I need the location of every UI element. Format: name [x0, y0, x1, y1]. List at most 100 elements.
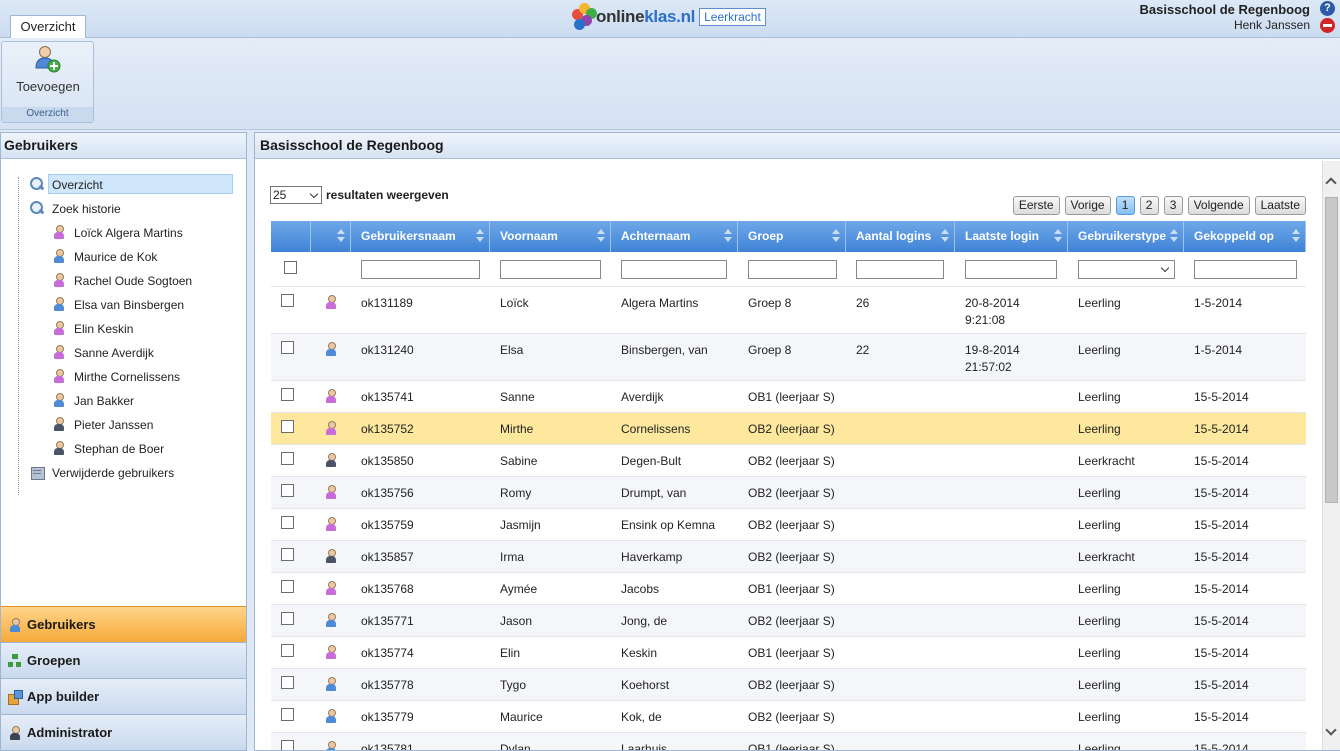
nav-groepen[interactable]: Groepen	[1, 642, 246, 678]
row-checkbox[interactable]	[281, 388, 294, 401]
row-checkbox[interactable]	[281, 708, 294, 721]
tree-item-history-user[interactable]: Elsa van Binsbergen	[1, 292, 246, 316]
row-checkbox[interactable]	[281, 676, 294, 689]
tree-item-history-user[interactable]: Loïck Algera Martins	[1, 220, 246, 244]
vertical-scrollbar[interactable]	[1322, 161, 1340, 750]
row-checkbox[interactable]	[281, 341, 294, 354]
header-gebruikersnaam[interactable]: Gebruikersnaam	[351, 221, 490, 252]
cell-achternaam: Algera Martins	[621, 296, 699, 310]
onlineklas-logo: onlineklas.nl Leerkracht	[572, 2, 766, 32]
help-icon[interactable]: ?	[1320, 1, 1335, 16]
pager-page-1[interactable]: 1	[1115, 196, 1135, 215]
table-row[interactable]: ok135850 Sabine Degen-Bult OB2 (leerjaar S)…	[271, 445, 1306, 477]
pager-last-button[interactable]: Laatste	[1254, 196, 1306, 215]
table-row[interactable]: ok135752 Mirthe Cornelissens OB2 (leerjaar …	[271, 413, 1306, 445]
logout-icon[interactable]	[1320, 18, 1335, 33]
tree-item-zoek-historie[interactable]: Zoek historie	[1, 196, 246, 220]
pager-page-2[interactable]: 2	[1139, 196, 1159, 215]
tree-item-verwijderde-gebruikers[interactable]: Verwijderde gebruikers	[1, 460, 246, 484]
nav-gebruikers[interactable]: Gebruikers	[1, 606, 246, 642]
header-gekoppeld-op[interactable]: Gekoppeld op	[1184, 221, 1306, 252]
cell-laatste-login	[955, 381, 1068, 412]
tree-item-overzicht[interactable]: Overzicht	[1, 172, 246, 196]
filter-laatste-login-input[interactable]	[965, 259, 1057, 279]
add-user-button[interactable]: Toevoegen	[6, 44, 90, 102]
cell-achternaam: Koehorst	[621, 678, 670, 692]
cell-select	[271, 573, 311, 604]
scroll-up-icon[interactable]	[1325, 177, 1337, 189]
row-checkbox[interactable]	[281, 612, 294, 625]
filter-cell	[846, 259, 955, 279]
filter-gebruikersnaam-input[interactable]	[361, 259, 480, 279]
pager-prev-button[interactable]: Vorige	[1064, 196, 1111, 215]
nav-app-builder[interactable]: App builder	[1, 678, 246, 714]
header-gebruikerstype[interactable]: Gebruikerstype	[1068, 221, 1184, 252]
filter-cell	[490, 259, 611, 279]
row-checkbox[interactable]	[281, 294, 294, 307]
page-size-select[interactable]: 25	[270, 186, 322, 204]
tree-item-label: Verwijderde gebruikers	[52, 466, 175, 480]
tab-overzicht[interactable]: Overzicht	[10, 15, 86, 38]
filter-groep-input[interactable]	[748, 259, 837, 279]
scroll-thumb[interactable]	[1325, 197, 1338, 503]
row-checkbox[interactable]	[281, 740, 294, 750]
add-user-icon	[35, 46, 61, 73]
row-checkbox[interactable]	[281, 580, 294, 593]
filter-voornaam-input[interactable]	[500, 259, 601, 279]
filter-achternaam-input[interactable]	[621, 259, 727, 279]
filter-gebruikerstype-select[interactable]	[1078, 259, 1175, 279]
table-row[interactable]: ok135774 Elin Keskin OB1 (leerjaar S) Leerli…	[271, 637, 1306, 669]
scroll-down-icon[interactable]	[1325, 724, 1337, 736]
header-groep[interactable]: Groep	[738, 221, 846, 252]
tree-item-history-user[interactable]: Elin Keskin	[1, 316, 246, 340]
nav-administrator[interactable]: Administrator	[1, 714, 246, 750]
header-laatste-login[interactable]: Laatste login	[955, 221, 1068, 252]
row-checkbox[interactable]	[281, 644, 294, 657]
row-checkbox[interactable]	[281, 452, 294, 465]
tree-item-history-user[interactable]: Jan Bakker	[1, 388, 246, 412]
table-row[interactable]: ok135779 Maurice Kok, de OB2 (leerjaar S) Le…	[271, 701, 1306, 733]
table-row[interactable]: ok135741 Sanne Averdijk OB1 (leerjaar S) Lee…	[271, 381, 1306, 413]
cell-user-type-icon	[311, 541, 351, 572]
table-row[interactable]: ok135759 Jasmijn Ensink op Kemna OB2 (leerj…	[271, 509, 1306, 541]
cell-select	[271, 509, 311, 540]
tree-item-history-user[interactable]: Stephan de Boer	[1, 436, 246, 460]
table-row[interactable]: ok131240 Elsa Binsbergen, van Groep 8 22 19-8…	[271, 334, 1306, 381]
cell-achternaam: Keskin	[621, 646, 658, 660]
table-row[interactable]: ok135781 Dylan Laarhuis OB1 (leerjaar S) Lee…	[271, 733, 1306, 750]
tree-item-label: Mirthe Cornelissens	[74, 370, 181, 384]
filter-gekoppeld-op-input[interactable]	[1194, 259, 1297, 279]
table-row[interactable]: ok135778 Tygo Koehorst OB2 (leerjaar S) Leer…	[271, 669, 1306, 701]
row-checkbox[interactable]	[281, 548, 294, 561]
row-checkbox[interactable]	[281, 484, 294, 497]
tree-item-history-user[interactable]: Maurice de Kok	[1, 244, 246, 268]
pager-page-3[interactable]: 3	[1163, 196, 1183, 215]
filter-cell	[1068, 259, 1184, 279]
select-all-checkbox[interactable]	[284, 261, 297, 274]
tree-item-history-user[interactable]: Rachel Oude Sogtoen	[1, 268, 246, 292]
cell-aantal-logins	[846, 413, 955, 444]
cell-gekoppeld-op: 1-5-2014	[1194, 296, 1243, 310]
table-row[interactable]: ok135857 Irma Haverkamp OB2 (leerjaar S) Lee…	[271, 541, 1306, 573]
tree-item-history-user[interactable]: Mirthe Cornelissens	[1, 364, 246, 388]
table-row[interactable]: ok135768 Aymée Jacobs OB1 (leerjaar S) Leerl…	[271, 573, 1306, 605]
table-row[interactable]: ok135756 Romy Drumpt, van OB2 (leerjaar S) L…	[271, 477, 1306, 509]
row-checkbox[interactable]	[281, 420, 294, 433]
filter-aantal-logins-input[interactable]	[856, 259, 944, 279]
header-achternaam[interactable]: Achternaam	[611, 221, 738, 252]
tree-item-history-user[interactable]: Pieter Janssen	[1, 412, 246, 436]
tree-item-history-user[interactable]: Sanne Averdijk	[1, 340, 246, 364]
users-icon	[7, 617, 23, 633]
pager-first-button[interactable]: Eerste	[1012, 196, 1060, 215]
cell-aantal-logins	[846, 701, 955, 732]
header-type-icon-col[interactable]	[311, 221, 351, 252]
header-voornaam[interactable]: Voornaam	[490, 221, 611, 252]
table-row[interactable]: ok135771 Jason Jong, de OB2 (leerjaar S) Lee…	[271, 605, 1306, 637]
cell-user-type-icon	[311, 573, 351, 604]
pager-next-button[interactable]: Volgende	[1187, 196, 1250, 215]
row-checkbox[interactable]	[281, 516, 294, 529]
cell-select	[271, 381, 311, 412]
header-aantal-logins[interactable]: Aantal logins	[846, 221, 955, 252]
cell-select	[271, 541, 311, 572]
table-row[interactable]: ok131189 Loïck Algera Martins Groep 8 26 20-8…	[271, 287, 1306, 334]
